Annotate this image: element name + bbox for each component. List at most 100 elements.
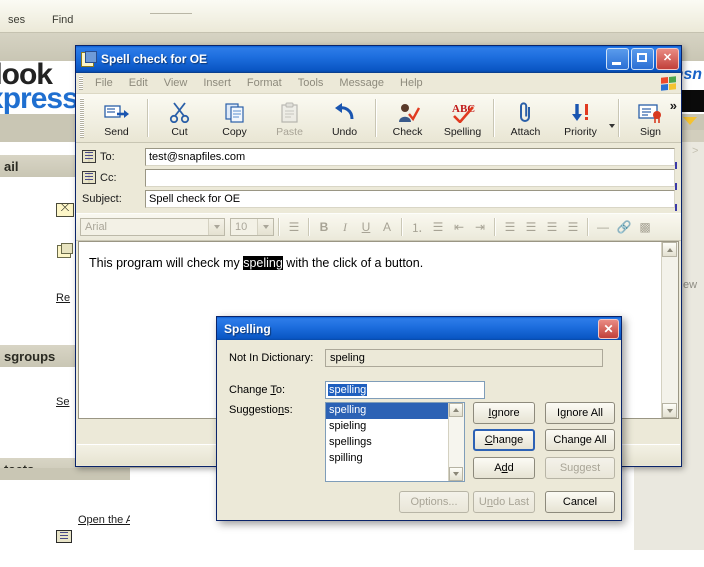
list-item[interactable]: spelling <box>326 403 464 419</box>
toolbar-cut-label: Cut <box>171 125 188 138</box>
menu-format[interactable]: Format <box>239 75 290 91</box>
subject-input[interactable]: Spell check for OE <box>145 189 677 211</box>
scroll-up-icon[interactable] <box>662 242 677 257</box>
close-button[interactable]: ✕ <box>656 48 679 70</box>
change-to-input[interactable]: spelling <box>325 381 485 399</box>
menu-view[interactable]: View <box>156 75 196 91</box>
bulleted-list-icon[interactable]: ☰ <box>428 217 448 237</box>
underline-icon[interactable]: U <box>356 217 376 237</box>
insert-picture-icon[interactable]: ▩ <box>635 217 655 237</box>
justify-icon[interactable]: ☰ <box>563 217 583 237</box>
suggestions-scroll-up-icon[interactable] <box>449 403 463 417</box>
compose-headers: To: test@snapfiles.com Cc: Subject: Spel… <box>76 143 681 213</box>
spelling-dialog-titlebar[interactable]: Spelling ✕ <box>217 317 621 340</box>
menu-file[interactable]: File <box>87 75 121 91</box>
horizontal-line-icon[interactable]: — <box>593 217 613 237</box>
to-input[interactable]: test@snapfiles.com <box>145 147 677 169</box>
toolbar-send-button[interactable]: Send <box>89 94 144 142</box>
paragraph-style-icon[interactable]: ☰ <box>284 217 304 237</box>
list-item[interactable]: spilling <box>326 451 464 467</box>
compose-window-icon <box>80 51 97 67</box>
new-message-icon <box>57 243 73 258</box>
suggestions-scroll-down-icon[interactable] <box>449 467 463 481</box>
toolbar-undo-button[interactable]: Undo <box>317 94 372 142</box>
to-value: test@snapfiles.com <box>149 150 246 163</box>
toolbar-send-label: Send <box>104 125 129 138</box>
body-vertical-scrollbar[interactable] <box>661 242 678 418</box>
numbered-list-icon[interactable]: ⒈ <box>407 217 427 237</box>
menu-edit[interactable]: Edit <box>121 75 156 91</box>
background-toolbar-item-find[interactable]: Find <box>52 14 73 26</box>
cc-label-group[interactable]: Cc: <box>82 171 145 184</box>
minimize-button[interactable] <box>606 48 629 70</box>
toolbar-paste-button[interactable]: Paste <box>262 94 317 142</box>
cc-label: Cc: <box>100 171 117 184</box>
suggestions-scrollbar[interactable] <box>448 403 464 481</box>
toolbar-spelling-button[interactable]: ABC Spelling <box>435 94 490 142</box>
suggest-button[interactable]: Suggest <box>545 457 615 479</box>
cut-icon <box>169 101 191 125</box>
menu-tools[interactable]: Tools <box>290 75 332 91</box>
toolbar-overflow-button[interactable]: » <box>670 98 677 113</box>
change-button[interactable]: Change <box>473 429 535 451</box>
address-book-icon[interactable] <box>82 150 96 163</box>
menu-insert[interactable]: Insert <box>195 75 239 91</box>
sign-certificate-icon <box>637 101 664 125</box>
list-item[interactable]: spellings <box>326 435 464 451</box>
address-book-small-icon <box>56 530 72 543</box>
spelling-dialog: Spelling ✕ Not In Dictionary: speling Ch… <box>216 316 622 521</box>
suggestions-listbox[interactable]: spelling spieling spellings spilling <box>325 402 465 482</box>
scroll-down-icon[interactable] <box>662 403 677 418</box>
toolbar-check-button[interactable]: Check <box>380 94 435 142</box>
toolbar-grip[interactable] <box>80 98 84 138</box>
menu-message[interactable]: Message <box>331 75 392 91</box>
toolbar-spelling-label: Spelling <box>443 125 482 138</box>
undo-last-button[interactable]: Un do Last <box>473 491 535 513</box>
subject-label-group: Subject: <box>82 193 145 205</box>
change-to-label-pre: Change <box>229 384 271 396</box>
font-name-combo[interactable]: Arial <box>80 218 225 236</box>
ignore-all-button[interactable]: Ig nore All <box>545 402 615 424</box>
add-button[interactable]: Add <box>473 457 535 479</box>
compose-titlebar[interactable]: Spell check for OE ✕ <box>76 46 681 73</box>
toolbar-priority-button[interactable]: Priority <box>553 94 608 142</box>
background-link-read[interactable]: Re <box>56 292 70 304</box>
align-center-icon[interactable]: ☰ <box>521 217 541 237</box>
bold-icon[interactable]: B <box>314 217 334 237</box>
toolbar-copy-button[interactable]: Copy <box>207 94 262 142</box>
align-left-icon[interactable]: ☰ <box>500 217 520 237</box>
send-icon <box>103 101 130 125</box>
font-color-icon[interactable]: A <box>377 217 397 237</box>
maximize-button[interactable] <box>631 48 654 70</box>
italic-icon[interactable]: I <box>335 217 355 237</box>
list-item[interactable]: spieling <box>326 419 464 435</box>
change-to-label: Change To: <box>229 384 285 396</box>
address-book-icon[interactable] <box>82 171 96 184</box>
background-toolbar-item-addresses[interactable]: ses <box>8 14 25 26</box>
toolbar-cut-button[interactable]: Cut <box>152 94 207 142</box>
toolbar-attach-button[interactable]: Attach <box>498 94 553 142</box>
priority-dropdown-arrow-icon[interactable] <box>608 94 615 142</box>
subject-row: Subject: Spell check for OE <box>82 189 677 211</box>
compose-title: Spell check for OE <box>101 52 208 66</box>
decrease-indent-icon[interactable]: ⇤ <box>449 217 469 237</box>
to-label-group[interactable]: To: <box>82 150 145 163</box>
spelling-close-button[interactable]: ✕ <box>598 318 619 339</box>
background-link-send[interactable]: Se <box>56 396 69 408</box>
spelling-dialog-title: Spelling <box>224 321 271 336</box>
cancel-button[interactable]: Cancel <box>545 491 615 513</box>
insert-link-icon[interactable]: 🔗 <box>614 217 634 237</box>
increase-indent-icon[interactable]: ⇥ <box>470 217 490 237</box>
background-toolbar <box>0 0 704 33</box>
menubar-grip[interactable] <box>79 76 83 90</box>
options-button[interactable]: Options... <box>399 491 469 513</box>
font-name-dropdown-icon[interactable] <box>208 219 224 235</box>
change-all-button[interactable]: Change All <box>545 429 615 451</box>
ignore-button[interactable]: Ignore <box>473 402 535 424</box>
align-right-icon[interactable]: ☰ <box>542 217 562 237</box>
font-size-dropdown-icon[interactable] <box>257 219 273 235</box>
font-size-combo[interactable]: 10 <box>230 218 274 236</box>
subject-label: Subject: <box>82 192 122 205</box>
cc-input[interactable] <box>145 168 677 190</box>
menu-help[interactable]: Help <box>392 75 431 91</box>
